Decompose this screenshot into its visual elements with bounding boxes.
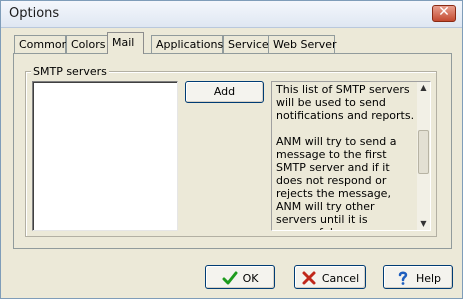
close-icon: ✕: [438, 4, 450, 20]
smtp-servers-list[interactable]: [32, 81, 178, 231]
window-title: Options: [9, 6, 60, 21]
tab-applications[interactable]: Applications: [151, 35, 223, 53]
help-button[interactable]: Help: [383, 265, 453, 289]
tab-common[interactable]: Common: [14, 35, 69, 53]
cancel-label: Cancel: [321, 271, 360, 285]
info-paragraph-2: ANM will try to send a message to the fi…: [276, 135, 397, 230]
scroll-up-arrow-icon[interactable]: ▲: [417, 82, 430, 94]
info-text: This list of SMTP servers will be used t…: [276, 83, 416, 230]
cancel-button[interactable]: Cancel: [294, 265, 366, 289]
tab-mail[interactable]: Mail: [107, 32, 144, 54]
help-label: Help: [415, 271, 442, 285]
info-scrollbar[interactable]: ▲ ▼: [417, 82, 430, 230]
options-dialog: Options ✕ Common Colors Mail Application…: [0, 0, 463, 299]
smtp-servers-label: SMTP servers: [31, 65, 109, 78]
info-text-box[interactable]: This list of SMTP servers will be used t…: [271, 81, 431, 231]
tab-service[interactable]: Service: [223, 35, 269, 53]
tab-colors[interactable]: Colors: [66, 35, 108, 53]
scroll-down-arrow-icon[interactable]: ▼: [417, 218, 430, 230]
title-bar: Options ✕: [1, 1, 462, 28]
x-icon: [302, 271, 316, 285]
ok-button[interactable]: OK: [205, 265, 275, 289]
check-icon: [222, 271, 238, 285]
ok-label: OK: [242, 271, 259, 285]
info-paragraph-1: This list of SMTP servers will be used t…: [276, 83, 415, 122]
help-question-icon: [398, 271, 408, 285]
tab-web-server[interactable]: Web Server: [268, 35, 337, 53]
add-server-button[interactable]: Add: [185, 81, 264, 103]
close-button[interactable]: ✕: [432, 4, 456, 22]
scroll-thumb[interactable]: [418, 130, 429, 174]
